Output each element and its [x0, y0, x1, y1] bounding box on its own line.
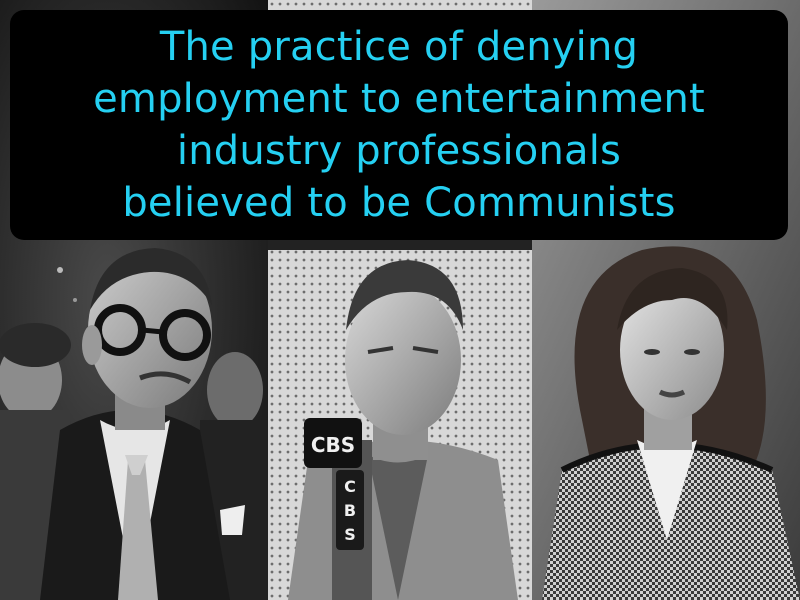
cbs-vertical-letter-c: C: [344, 477, 356, 496]
definition-caption-box: The practice of denying employment to en…: [10, 10, 788, 240]
definition-line-2: employment to entertainment: [93, 76, 705, 122]
definition-line-1: The practice of denying: [159, 24, 639, 70]
cbs-vertical-letter-s: S: [344, 525, 356, 544]
cbs-vertical-letter-b: B: [344, 501, 356, 520]
definition-line-3: industry professionals: [176, 128, 622, 174]
definition-text: The practice of denying employment to en…: [93, 21, 705, 229]
definition-line-4: believed to be Communists: [122, 180, 676, 226]
cbs-mic-label: CBS: [311, 433, 355, 457]
